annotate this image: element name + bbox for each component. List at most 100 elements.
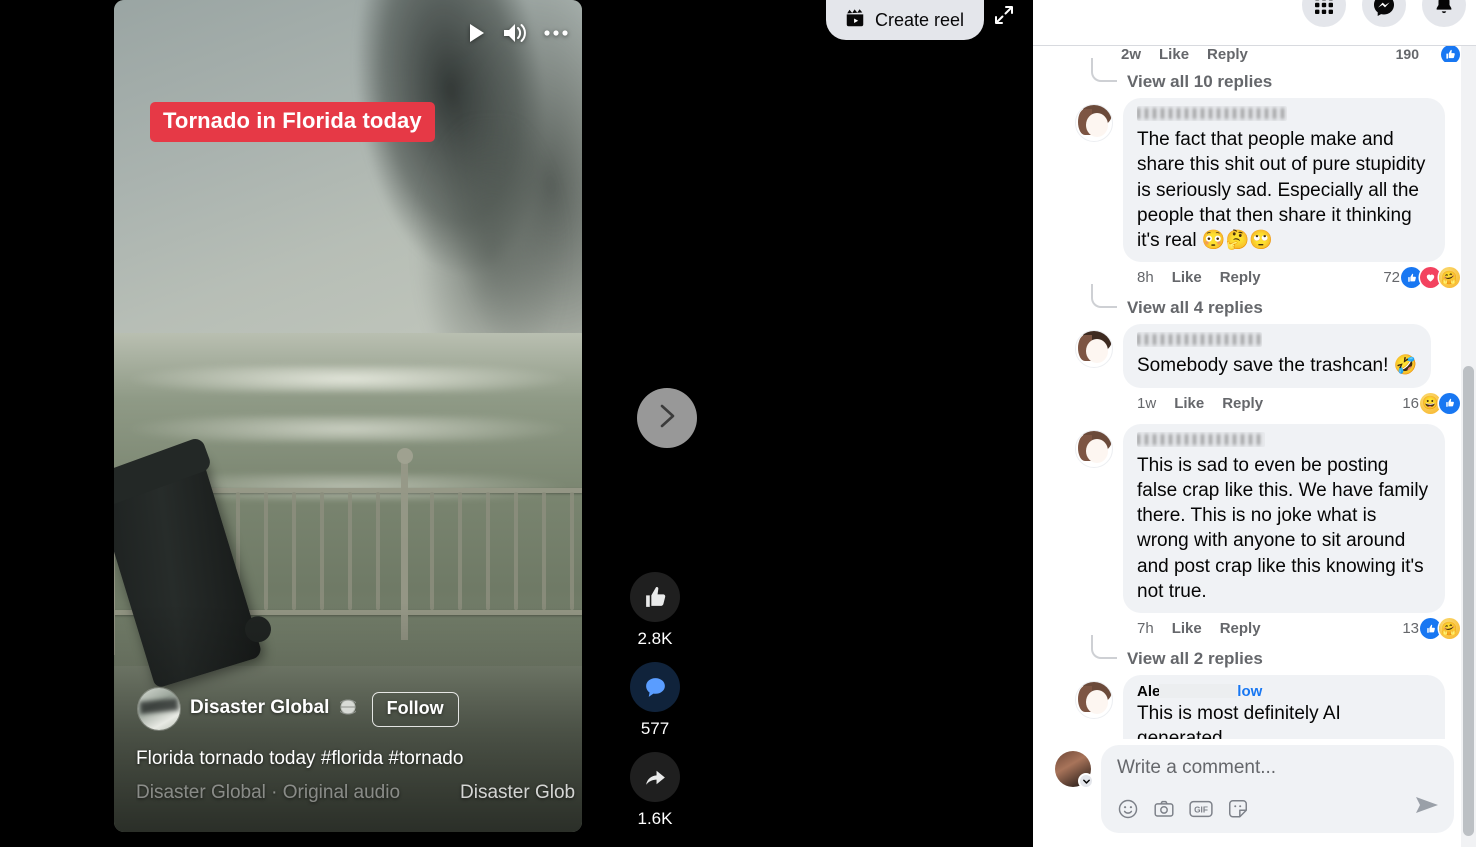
comment-input-placeholder: Write a comment... <box>1117 757 1277 778</box>
view-all-replies-label: View all 2 replies <box>1127 649 1263 669</box>
comment-reply-button[interactable]: Reply <box>1220 620 1261 637</box>
comment-time: 1w <box>1137 394 1157 412</box>
notifications-bell-icon[interactable] <box>1422 0 1466 27</box>
commenter-avatar[interactable] <box>1075 104 1113 142</box>
author-name-wrap[interactable]: Disaster Global <box>190 697 359 721</box>
chevron-down-icon[interactable] <box>1078 773 1094 789</box>
current-user-avatar[interactable] <box>1055 751 1094 789</box>
thread-connector <box>1091 635 1117 660</box>
like-reaction-icon <box>1441 46 1460 62</box>
camera-icon[interactable] <box>1153 798 1175 825</box>
follow-button[interactable]: Follow <box>371 691 459 727</box>
more-options-icon[interactable] <box>544 30 568 36</box>
comment-text: The fact that people make and share this… <box>1137 129 1426 252</box>
commenter-name-line: Alexus Ni Follow <box>1137 683 1431 701</box>
reel-video-player[interactable]: Tornado in Florida today Disaster Global <box>114 0 582 832</box>
reaction-rail: 2.8K 577 1.6K <box>630 572 680 829</box>
share-arrow-icon <box>630 752 680 802</box>
view-all-replies-0[interactable]: View all 10 replies <box>1049 58 1460 92</box>
create-reel-button[interactable]: Create reel <box>826 0 985 40</box>
view-all-replies-label: View all 10 replies <box>1127 72 1273 91</box>
commenter-avatar[interactable] <box>1075 330 1113 369</box>
care-reaction-icon: 🤗 <box>1439 267 1460 289</box>
comment-reply-button[interactable]: Reply <box>1220 269 1261 286</box>
love-reaction-icon <box>1420 267 1441 289</box>
comment-reactions[interactable]: 13 🤗 <box>1402 618 1460 640</box>
audio-attribution-repeat: Disaster Glob <box>460 782 576 803</box>
like-reaction-icon <box>1401 267 1422 289</box>
video-wave <box>114 416 582 442</box>
view-all-replies-1[interactable]: View all 4 replies <box>1049 284 1460 318</box>
audio-attribution-faded: Disaster Global · Original audio <box>136 782 401 803</box>
comment-bubble: Alexus Ni Follow This is most definitely… <box>1123 675 1445 739</box>
comment-reaction-count: 72 <box>1383 269 1400 287</box>
play-icon[interactable] <box>468 23 486 43</box>
comment-text: This is most definitely AI generated. <box>1137 703 1341 739</box>
partial-comment-like[interactable]: Like <box>1159 46 1189 62</box>
commenter-name[interactable]: Alexus Ni <box>1137 683 1237 700</box>
reel-stage: Tornado in Florida today Disaster Global <box>0 0 1033 847</box>
comment-meta: 1w Like Reply 16 😀 <box>1049 392 1460 414</box>
gif-icon[interactable]: GIF <box>1189 799 1213 824</box>
video-caption-overlay: Tornado in Florida today <box>150 102 435 142</box>
comment-like-button[interactable]: Like <box>1172 620 1202 637</box>
comment-like-button[interactable]: Like <box>1174 395 1204 412</box>
like-reaction-icon <box>1439 392 1460 414</box>
composer-tool-row: GIF <box>1117 798 1440 825</box>
partial-comment-time: 2w <box>1121 46 1142 62</box>
view-all-replies-2[interactable]: View all 2 replies <box>1049 635 1460 669</box>
commenter-avatar[interactable] <box>1075 429 1113 468</box>
comment-reaction-count: 13 <box>1402 620 1419 638</box>
globe-icon <box>337 699 359 721</box>
like-reaction-icon <box>1420 618 1441 640</box>
comments-scrollbar-thumb[interactable] <box>1463 366 1474 836</box>
clapperboard-icon <box>844 7 866 34</box>
comment-reaction-button[interactable]: 577 <box>630 662 680 739</box>
video-wave <box>114 366 582 393</box>
comment-reactions[interactable]: 16 😀 <box>1402 392 1460 414</box>
comment-input-box[interactable]: Write a comment... GIF <box>1101 745 1454 833</box>
expand-button[interactable] <box>986 0 1022 34</box>
comment-like-button[interactable]: Like <box>1172 269 1202 286</box>
partial-comment-reply[interactable]: Reply <box>1207 46 1248 62</box>
video-author-row: Disaster Global Follow <box>138 688 459 730</box>
comment-item: The fact that people make and share this… <box>1049 98 1460 263</box>
commenter-name-redacted[interactable] <box>1137 332 1262 348</box>
audio-attribution-marquee: Disaster Global · Original audio Disaster… <box>136 782 582 808</box>
thread-connector <box>1091 284 1117 309</box>
grid-menu-icon[interactable] <box>1302 0 1346 27</box>
comment-bubble: Somebody save the trashcan! 🤣 <box>1123 324 1432 388</box>
next-reel-button[interactable] <box>637 388 697 448</box>
comment-reactions[interactable]: 72 🤗 <box>1383 267 1460 289</box>
sticker-icon[interactable] <box>1227 798 1249 825</box>
comment-bubble: The fact that people make and share this… <box>1123 98 1445 263</box>
author-avatar[interactable] <box>138 688 180 730</box>
comment-item: Somebody save the trashcan! 🤣 <box>1049 324 1460 388</box>
send-icon[interactable] <box>1414 794 1440 821</box>
thread-connector <box>1091 58 1117 82</box>
comment-text: Somebody save the trashcan! 🤣 <box>1137 355 1418 377</box>
volume-on-icon[interactable] <box>502 22 528 44</box>
emoji-icon[interactable] <box>1117 798 1139 825</box>
share-reaction-button[interactable]: 1.6K <box>630 752 680 829</box>
thumbs-up-icon <box>630 572 680 622</box>
expand-icon <box>994 5 1014 30</box>
comments-panel: 2w Like Reply 190 View all 10 replies Th… <box>1033 0 1476 847</box>
messenger-icon[interactable] <box>1362 0 1406 27</box>
comment-text: This is sad to even be posting false cra… <box>1137 454 1429 602</box>
comment-list[interactable]: 2w Like Reply 190 View all 10 replies Th… <box>1033 46 1476 739</box>
comment-reaction-count: 16 <box>1402 394 1419 412</box>
haha-reaction-icon: 😀 <box>1420 392 1441 414</box>
comment-reply-button[interactable]: Reply <box>1222 395 1263 412</box>
comment-time: 7h <box>1137 620 1154 638</box>
comments-scrollbar-track[interactable] <box>1461 46 1476 847</box>
video-controls <box>468 22 568 44</box>
comment-item: Alexus Ni Follow This is most definitely… <box>1049 675 1460 739</box>
video-description: Florida tornado today #florida #tornado <box>136 748 464 769</box>
commenter-name-redacted[interactable] <box>1137 106 1287 121</box>
top-nav-icon-group <box>1302 0 1466 27</box>
commenter-name-redacted[interactable] <box>1137 431 1265 447</box>
comment-item: This is sad to even be posting false cra… <box>1049 423 1460 614</box>
commenter-avatar[interactable] <box>1075 681 1113 720</box>
like-reaction-button[interactable]: 2.8K <box>630 572 680 649</box>
